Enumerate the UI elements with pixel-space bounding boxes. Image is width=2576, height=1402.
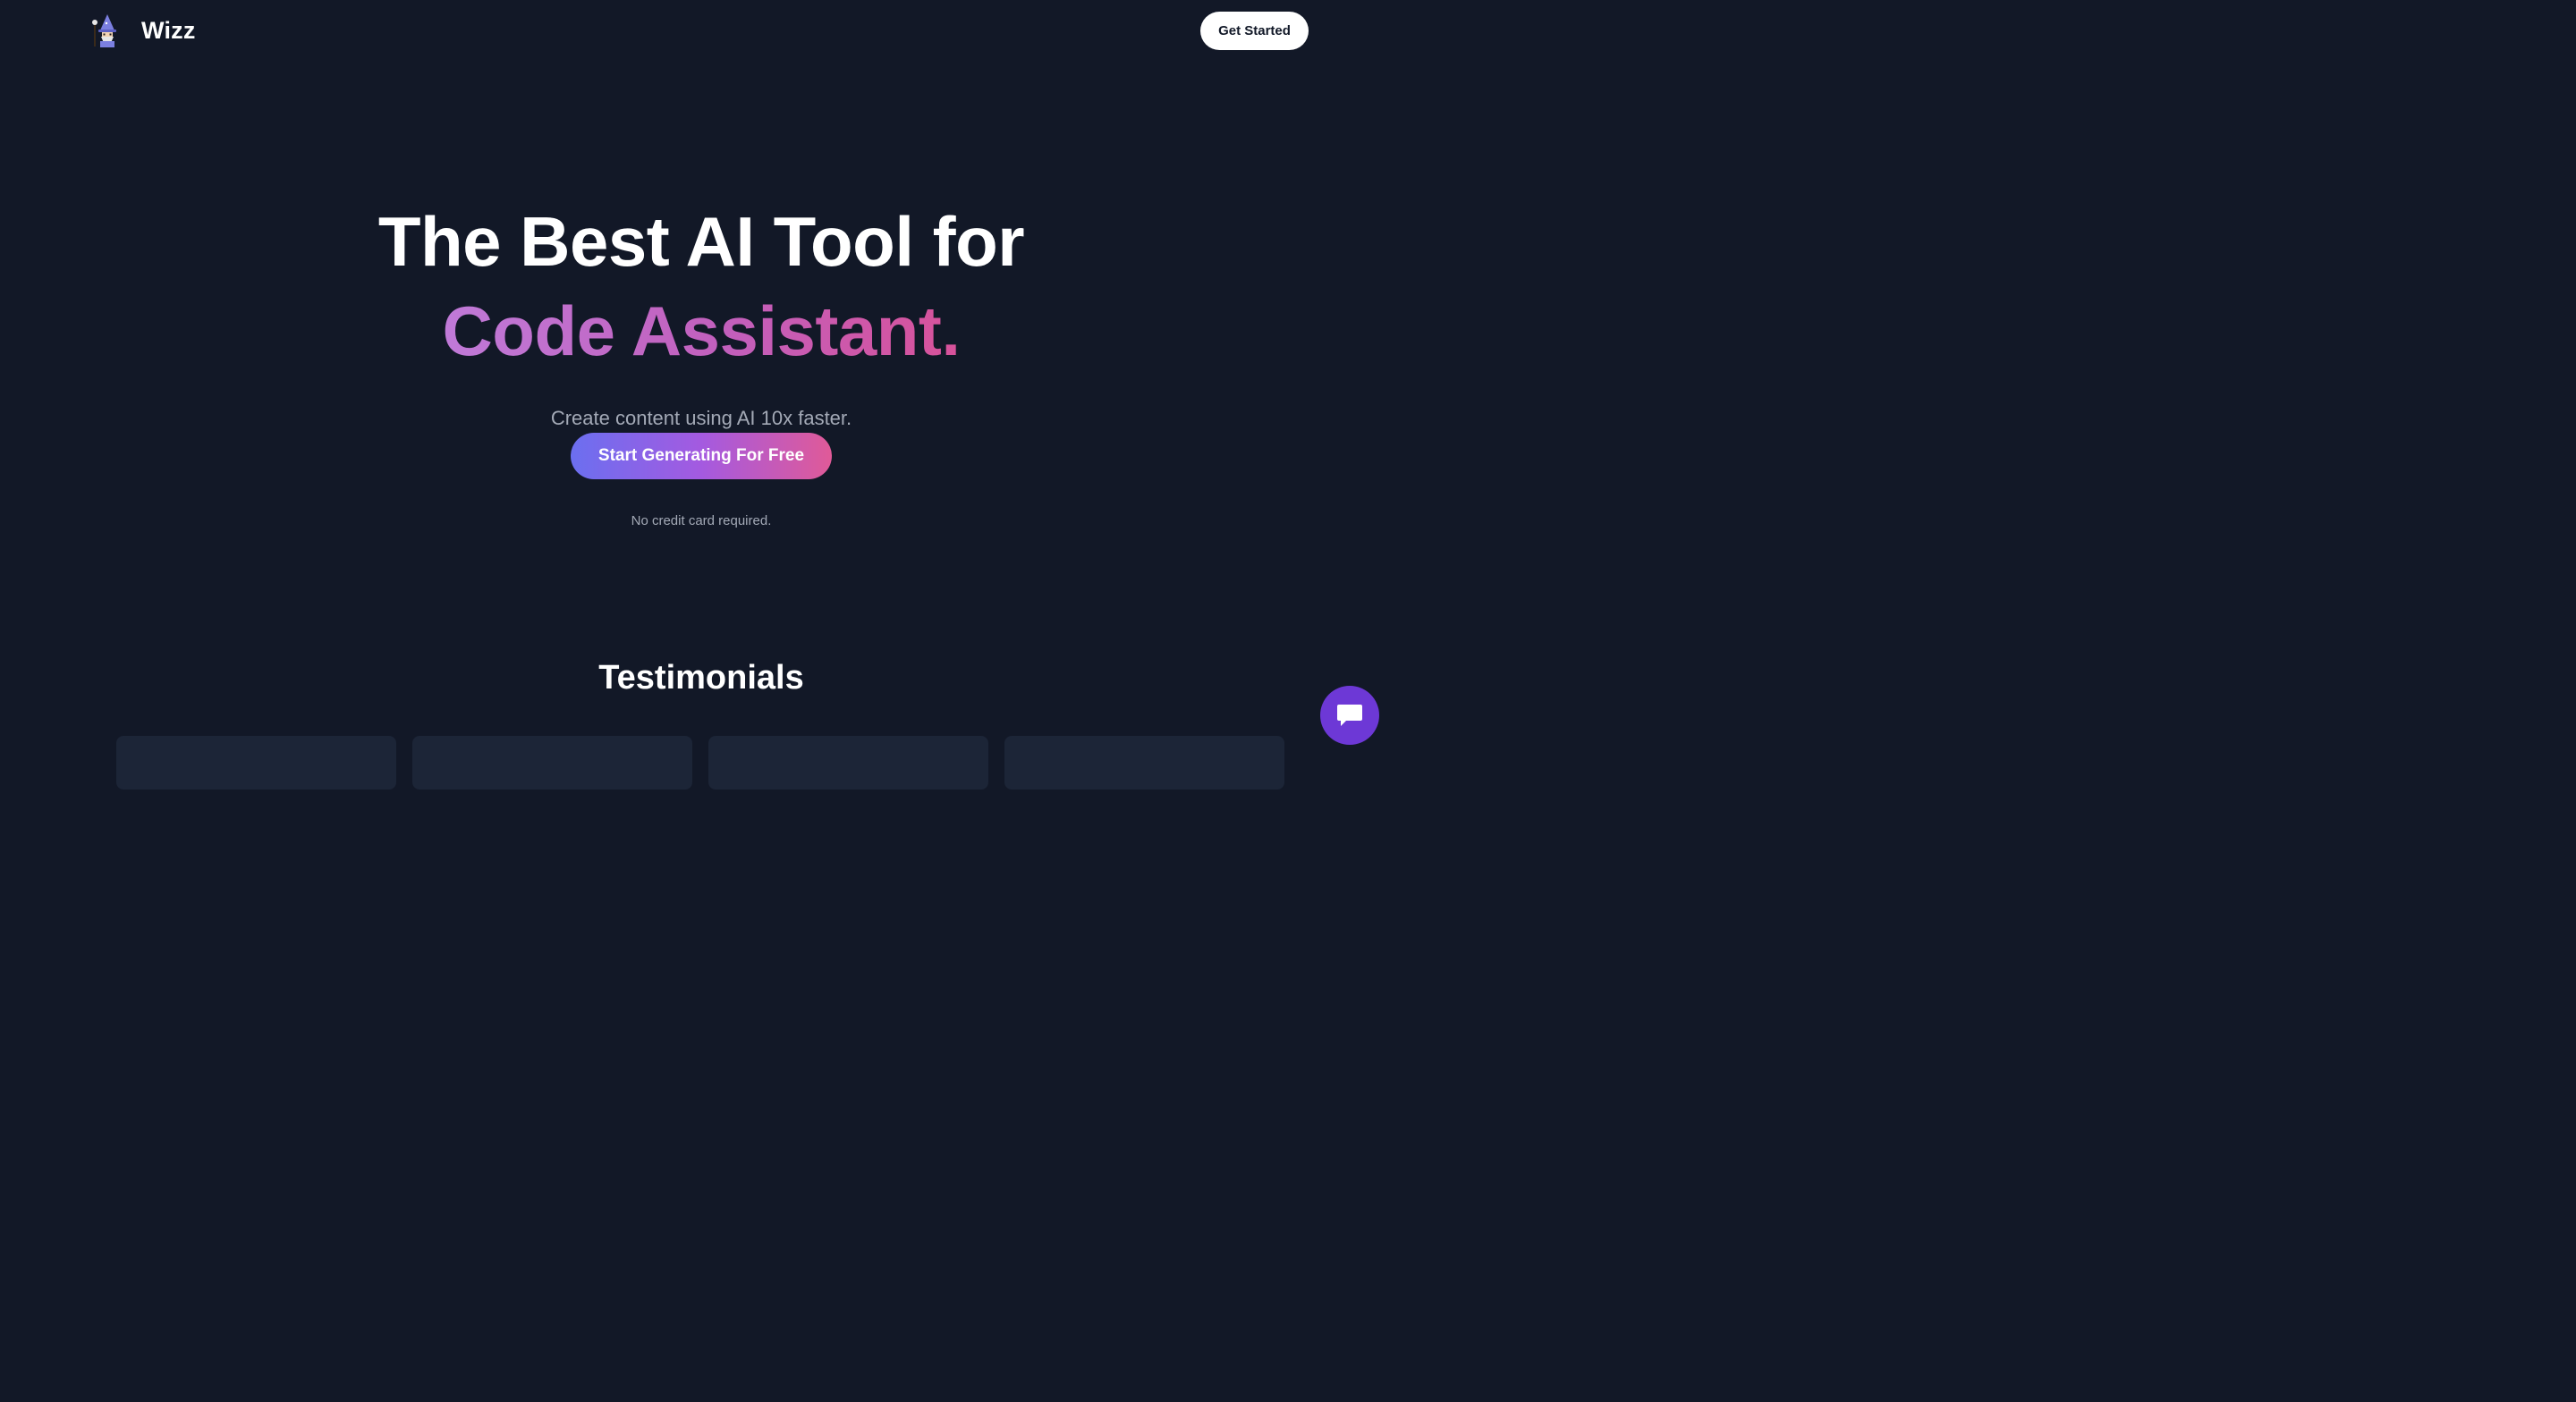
hero-section: The Best AI Tool for Code Assistant. xyxy=(0,197,1402,376)
chat-bubble-icon xyxy=(1337,705,1362,726)
no-credit-card-note: No credit card required. xyxy=(631,513,772,528)
hero-headline-line2: Code Assistant. xyxy=(442,286,961,376)
testimonial-card xyxy=(1004,736,1284,790)
hero-headline-line1: The Best AI Tool for xyxy=(377,202,1025,281)
chat-widget-button[interactable] xyxy=(1320,686,1379,745)
brand-name: Wizz xyxy=(141,17,196,44)
hero-subtitle: Create content using AI 10x faster. xyxy=(550,407,852,429)
testimonial-cards xyxy=(116,736,1284,790)
get-started-button[interactable]: Get Started xyxy=(1200,12,1309,50)
landing-page: Wizz Get Started The Best AI Tool for Co… xyxy=(0,0,1402,790)
site-header: Wizz Get Started xyxy=(0,0,1402,63)
start-generating-button[interactable]: Start Generating For Free xyxy=(571,433,832,479)
wizard-icon xyxy=(92,14,116,47)
testimonial-card xyxy=(708,736,988,790)
testimonial-card xyxy=(412,736,692,790)
brand-logo-link[interactable]: Wizz xyxy=(91,13,196,48)
testimonials-heading: Testimonials xyxy=(598,659,804,697)
testimonial-card xyxy=(116,736,396,790)
